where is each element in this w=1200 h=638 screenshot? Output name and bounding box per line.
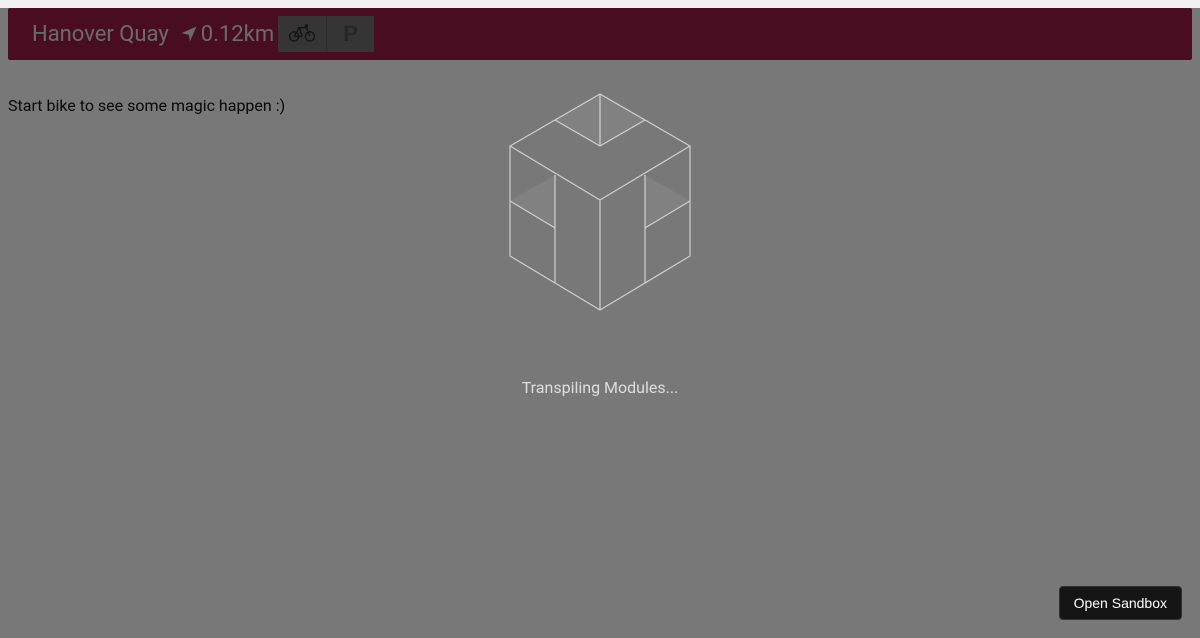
loader: Transpiling Modules... bbox=[500, 88, 700, 397]
loading-overlay: Transpiling Modules... Open Sandbox bbox=[0, 8, 1200, 638]
codesandbox-logo-icon bbox=[500, 88, 700, 318]
open-sandbox-button[interactable]: Open Sandbox bbox=[1059, 586, 1182, 620]
loading-status-text: Transpiling Modules... bbox=[522, 378, 679, 397]
